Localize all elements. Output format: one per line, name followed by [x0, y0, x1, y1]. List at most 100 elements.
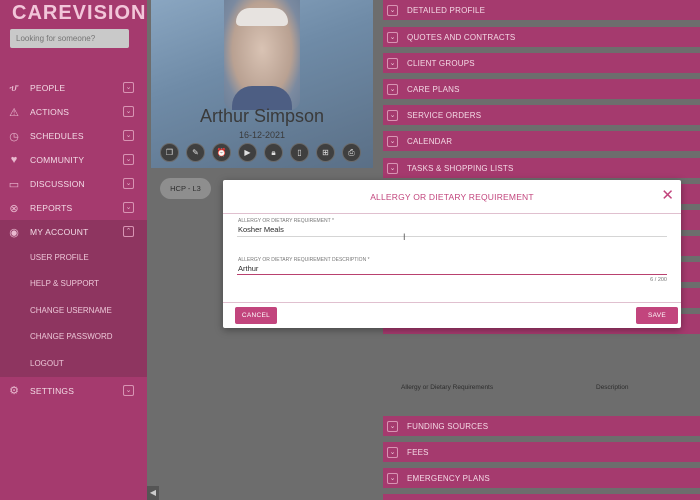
cancel-button[interactable]: CANCEL [235, 307, 277, 324]
column-header-allergy: Allergy or Dietary Requirements [401, 384, 494, 391]
section-label: CLIENT GROUPS [407, 58, 475, 68]
sidebar-subitem-change-password[interactable]: CHANGE PASSWORD [0, 323, 147, 350]
chevron-down-icon: ⌄ [387, 472, 398, 484]
copy-icon[interactable]: ❐ [160, 143, 179, 162]
video-icon[interactable]: ▶ [238, 143, 257, 162]
description-field[interactable]: Arthur [238, 264, 258, 273]
chevron-down-icon: ⌄ [387, 420, 398, 432]
section-label: FEES [407, 447, 429, 457]
sidebar-item-actions[interactable]: ⚠ ACTIONS ⌄ [0, 100, 147, 124]
chevron-down-icon: ⌄ [387, 135, 398, 147]
chevron-down-icon[interactable]: ⌄ [123, 202, 134, 213]
allergy-table-header: Allergy or Dietary Requirements Descript… [383, 378, 700, 400]
sidebar-item-discussion[interactable]: ▭ DISCUSSION ⌄ [0, 172, 147, 196]
level-badge: HCP - L3 [160, 178, 211, 199]
section-calendar[interactable]: ⌄ CALENDAR [383, 131, 700, 151]
section-funding-sources[interactable]: ⌄ FUNDING SOURCES [383, 416, 700, 436]
section-label: CARE PLANS [407, 84, 460, 94]
section-service-orders[interactable]: ⌄ SERVICE ORDERS [383, 105, 700, 125]
collapse-sidebar-button[interactable]: ◀ [147, 486, 159, 500]
section-care-plans[interactable]: ⌄ CARE PLANS [383, 79, 700, 99]
chevron-down-icon[interactable]: ⌄ [123, 384, 134, 396]
chevron-down-icon[interactable]: ⌄ [123, 82, 134, 93]
print-icon[interactable]: ⎙ [342, 143, 361, 162]
profile-name: Arthur Simpson [199, 106, 325, 126]
lock-icon[interactable]: 🔒︎ [264, 143, 283, 162]
reports-icon: ⊗ [9, 202, 19, 215]
chevron-down-icon: ⌄ [387, 109, 398, 121]
section-label: FUNDING SOURCES [407, 421, 489, 431]
profile-dob: 16-12-2021 [238, 130, 286, 140]
requirement-field-underline [237, 236, 667, 237]
sidebar: CAREVISION ሇ PEOPLE ⌄ ⚠ ACTIONS ⌄ ◷ SCHE… [0, 0, 147, 500]
allergy-dialog: ALLERGY OR DIETARY REQUIREMENT ✕ ALLERGY… [223, 180, 681, 328]
description-field-underline [237, 274, 667, 275]
edit-icon[interactable]: ✎ [186, 143, 205, 162]
chevron-down-icon: ⌄ [387, 83, 398, 95]
text-cursor-icon: I [403, 232, 406, 242]
section-fees[interactable]: ⌄ FEES [383, 442, 700, 462]
sidebar-nav: ሇ PEOPLE ⌄ ⚠ ACTIONS ⌄ ◷ SCHEDULES ⌄ ♥ C… [0, 76, 147, 403]
description-field-label: ALLERGY OR DIETARY REQUIREMENT DESCRIPTI… [238, 257, 370, 263]
requirement-field-label: ALLERGY OR DIETARY REQUIREMENT * [238, 218, 334, 224]
dialog-divider [223, 213, 681, 214]
dialog-title: ALLERGY OR DIETARY REQUIREMENT [370, 192, 534, 202]
gear-icon: ⚙ [9, 385, 19, 397]
sidebar-item-label: MY ACCOUNT [30, 227, 89, 237]
sidebar-item-community[interactable]: ♥ COMMUNITY ⌄ [0, 148, 147, 172]
sidebar-item-label: SETTINGS [30, 385, 75, 396]
chevron-down-icon[interactable]: ⌄ [123, 178, 134, 189]
sidebar-item-label: ACTIONS [30, 107, 70, 117]
sidebar-subitem-help-support[interactable]: HELP & SUPPORT [0, 270, 147, 297]
clock-icon: ◷ [9, 130, 19, 143]
dialog-footer-divider [223, 302, 681, 303]
sidebar-item-my-account[interactable]: ◉ MY ACCOUNT ⌃ [0, 220, 147, 244]
sidebar-subitem-user-profile[interactable]: USER PROFILE [0, 244, 147, 271]
chevron-down-icon[interactable]: ⌄ [123, 130, 134, 141]
sidebar-item-label: SCHEDULES [30, 131, 84, 141]
sidebar-item-people[interactable]: ሇ PEOPLE ⌄ [0, 76, 147, 100]
warning-icon: ⚠ [9, 106, 19, 119]
sidebar-item-schedules[interactable]: ◷ SCHEDULES ⌄ [0, 124, 147, 148]
sidebar-item-reports[interactable]: ⊗ REPORTS ⌄ [0, 196, 147, 220]
section-tasks-shopping[interactable]: ⌄ TASKS & SHOPPING LISTS [383, 158, 700, 178]
chevron-down-icon: ⌄ [387, 162, 398, 174]
mobile-icon[interactable]: ▯ [290, 143, 309, 162]
sidebar-item-label: DISCUSSION [30, 179, 85, 189]
profile-card: Arthur Simpson 16-12-2021 ❐ ✎ ⏰ ▶ 🔒︎ ▯ ⊞… [151, 0, 373, 168]
character-counter: 6 / 200 [650, 277, 667, 283]
add-document-icon[interactable]: ⊞ [316, 143, 335, 162]
chevron-down-icon: ⌄ [387, 446, 398, 458]
section-label: TASKS & SHOPPING LISTS [407, 163, 514, 173]
sidebar-item-label: PEOPLE [30, 83, 66, 93]
app-logo[interactable]: CAREVISION [12, 2, 146, 25]
sidebar-item-label: REPORTS [30, 203, 73, 213]
alarm-icon[interactable]: ⏰ [212, 143, 231, 162]
section-client-groups[interactable]: ⌄ CLIENT GROUPS [383, 53, 700, 73]
chevron-down-icon[interactable]: ⌄ [123, 154, 134, 165]
sidebar-subitem-change-username[interactable]: CHANGE USERNAME [0, 297, 147, 324]
section-cut-off[interactable] [383, 494, 700, 500]
profile-actions: ❐ ✎ ⏰ ▶ 🔒︎ ▯ ⊞ ⎙ [160, 143, 361, 162]
section-label: SERVICE ORDERS [407, 110, 482, 120]
sidebar-subitem-logout[interactable]: LOGOUT [0, 350, 147, 377]
heart-icon: ♥ [10, 154, 18, 166]
section-label: EMERGENCY PLANS [407, 473, 490, 483]
search-input[interactable] [10, 29, 129, 48]
chevron-down-icon: ⌄ [387, 57, 398, 69]
requirement-field[interactable]: Kosher Meals [238, 225, 284, 234]
section-detailed-profile[interactable]: ⌄ DETAILED PROFILE [383, 0, 700, 20]
people-icon: ሇ [9, 81, 19, 94]
chevron-down-icon: ⌄ [387, 31, 398, 43]
chevron-down-icon[interactable]: ⌄ [123, 106, 134, 117]
chat-icon: ▭ [8, 178, 20, 191]
section-label: CALENDAR [407, 136, 453, 146]
chevron-up-icon[interactable]: ⌃ [123, 226, 134, 237]
section-quotes-contracts[interactable]: ⌄ QUOTES AND CONTRACTS [383, 27, 700, 47]
close-icon[interactable]: ✕ [661, 188, 674, 203]
column-header-description: Description [596, 384, 629, 391]
account-icon: ◉ [9, 226, 19, 239]
sidebar-item-settings[interactable]: ⚙ SETTINGS ⌄ [0, 379, 147, 403]
section-emergency-plans[interactable]: ⌄ EMERGENCY PLANS [383, 468, 700, 488]
save-button[interactable]: SAVE [636, 307, 678, 324]
